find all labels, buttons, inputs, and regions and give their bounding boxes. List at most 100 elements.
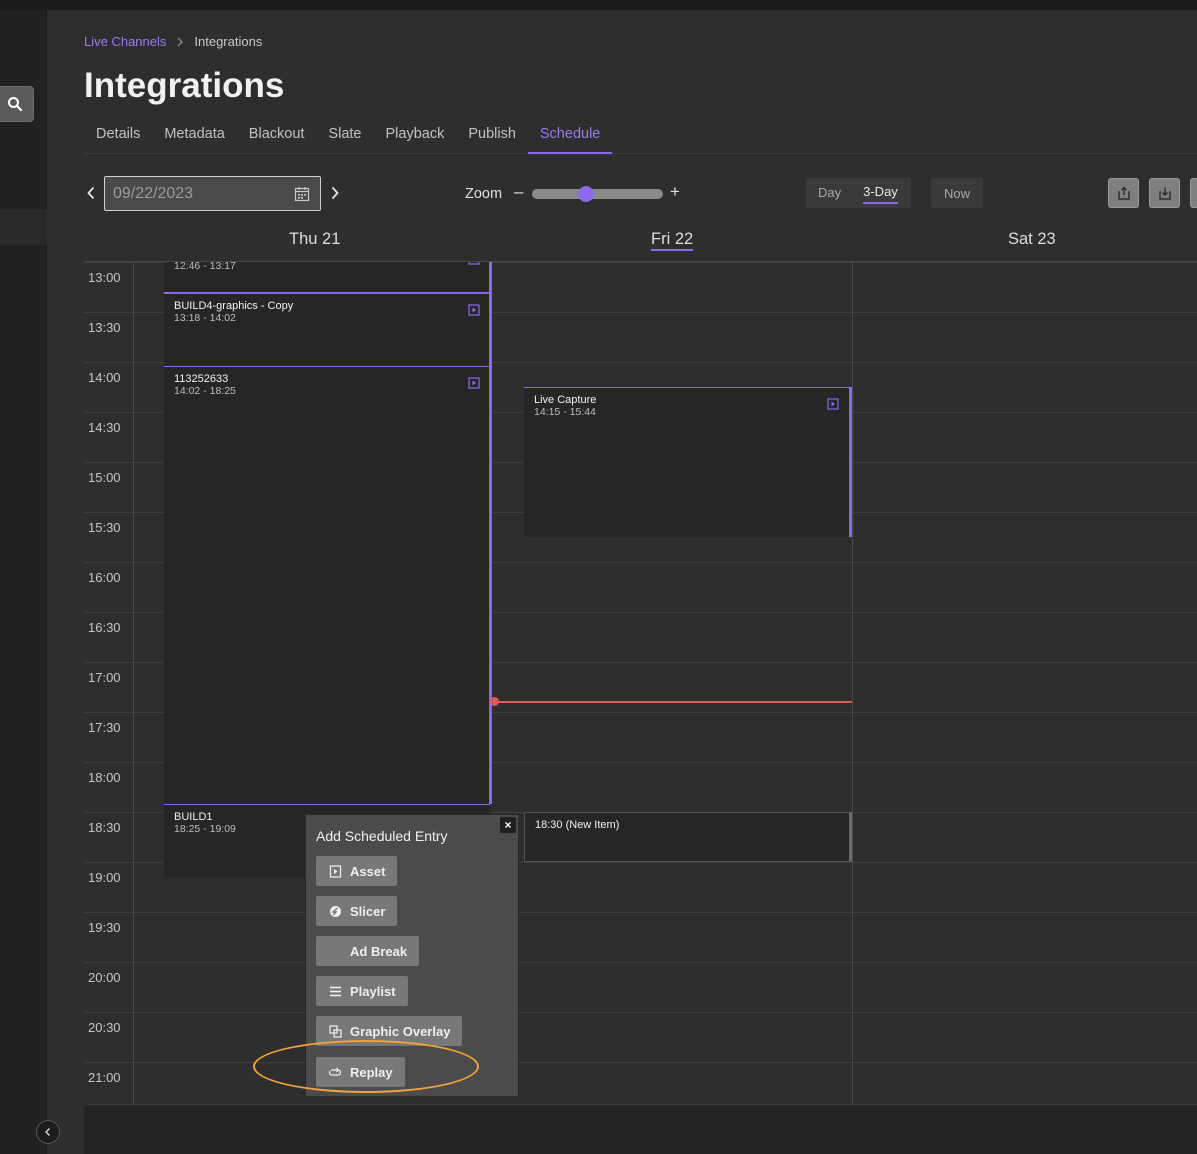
current-time-line — [493, 701, 852, 703]
view-toggle: Day 3-Day — [806, 178, 911, 208]
time-label: 20:30 — [88, 1020, 121, 1035]
time-label: 18:30 — [88, 820, 121, 835]
zoom-slider[interactable] — [532, 189, 663, 199]
download-icon — [1158, 187, 1171, 200]
schedule-event[interactable]: 12:46 - 13:17 — [164, 262, 490, 292]
tab-schedule[interactable]: Schedule — [527, 116, 613, 154]
chevron-left-icon — [45, 1128, 50, 1136]
date-picker[interactable] — [104, 176, 321, 211]
slicer-icon — [328, 904, 342, 918]
selected-day-marker — [489, 262, 492, 804]
zoom-in-button[interactable]: + — [670, 182, 680, 202]
export-button[interactable] — [1108, 178, 1139, 208]
breadcrumb-live-channels[interactable]: Live Channels — [84, 34, 166, 49]
time-label: 15:30 — [88, 520, 121, 535]
video-file-icon — [328, 864, 342, 878]
zoom-out-button[interactable]: – — [514, 182, 523, 202]
time-label: 19:00 — [88, 870, 121, 885]
add-slicer-button[interactable]: Slicer — [316, 896, 398, 926]
schedule-event[interactable]: Live Capture 14:15 - 15:44 — [524, 387, 852, 537]
breadcrumb: Live Channels Integrations — [84, 34, 262, 49]
grid-line — [84, 962, 1197, 963]
time-label: 16:00 — [88, 570, 121, 585]
schedule-grid[interactable]: 13:00 13:30 14:00 14:30 15:00 15:30 16:0… — [84, 262, 1197, 1104]
add-playlist-button[interactable]: Playlist — [316, 976, 408, 1006]
add-playlist-label: Playlist — [350, 983, 396, 999]
tab-details[interactable]: Details — [84, 116, 152, 154]
event-time: 18:25 - 19:09 — [174, 823, 236, 835]
event-time: 14:02 - 18:25 — [174, 385, 236, 397]
chevron-right-icon — [331, 186, 339, 200]
tab-playback[interactable]: Playback — [373, 116, 456, 154]
video-file-icon — [468, 377, 480, 389]
tab-blackout[interactable]: Blackout — [237, 116, 317, 154]
event-title: BUILD1 — [174, 811, 213, 823]
add-replay-button[interactable]: Replay — [316, 1057, 405, 1087]
add-scheduled-entry-popup: Add Scheduled Entry × Asset Slicer Ad Br… — [305, 814, 519, 1097]
time-label: 14:00 — [88, 370, 121, 385]
event-time: 13:18 - 14:02 — [174, 312, 236, 324]
zoom-slider-handle[interactable] — [578, 186, 594, 202]
time-label: 14:30 — [88, 420, 121, 435]
nav-item-selected[interactable] — [0, 209, 47, 245]
top-bar — [0, 0, 1197, 10]
time-label: 20:00 — [88, 970, 121, 985]
video-file-icon — [468, 262, 480, 265]
bottom-panel — [84, 1104, 1197, 1154]
schedule-event[interactable]: 113252633 14:02 - 18:25 — [164, 366, 490, 804]
schedule-event[interactable]: BUILD4-graphics - Copy 13:18 - 14:02 — [164, 292, 490, 366]
add-asset-label: Asset — [350, 863, 386, 879]
close-button[interactable]: × — [500, 817, 516, 833]
day-header-thu: Thu 21 — [289, 230, 341, 248]
prev-date-button[interactable] — [84, 184, 98, 202]
view-day-button[interactable]: Day — [806, 178, 853, 208]
time-label: 19:30 — [88, 920, 121, 935]
import-button[interactable] — [1149, 178, 1180, 208]
search-button[interactable] — [0, 86, 34, 122]
time-label: 13:30 — [88, 320, 121, 335]
more-button[interactable] — [1190, 178, 1197, 208]
event-time: 12:46 - 13:17 — [174, 262, 236, 272]
tab-publish[interactable]: Publish — [456, 116, 528, 154]
day-header-fri: Fri 22 — [651, 230, 694, 251]
day-headers: Thu 21 Fri 22 Sat 23 — [84, 222, 1197, 262]
video-file-icon — [468, 304, 480, 316]
collapse-sidebar-button[interactable] — [36, 1120, 60, 1144]
video-file-icon — [827, 398, 839, 410]
new-item-event[interactable]: 18:30 (New Item) — [524, 812, 852, 862]
list-icon — [328, 984, 342, 998]
add-graphic-overlay-label: Graphic Overlay — [350, 1023, 451, 1039]
add-replay-label: Replay — [350, 1064, 393, 1080]
view-3day-button[interactable]: 3-Day — [853, 178, 908, 208]
event-title: 18:30 (New Item) — [535, 819, 620, 831]
add-slicer-label: Slicer — [350, 903, 386, 919]
chevron-right-icon — [177, 37, 184, 46]
time-label: 18:00 — [88, 770, 121, 785]
breadcrumb-current: Integrations — [194, 34, 263, 49]
time-label: 21:00 — [88, 1070, 121, 1085]
day-header-sat: Sat 23 — [1008, 230, 1056, 248]
tab-slate[interactable]: Slate — [316, 116, 373, 154]
now-button[interactable]: Now — [931, 178, 983, 208]
event-title: BUILD4-graphics - Copy — [174, 300, 294, 312]
day-header-fri-label: Fri 22 — [651, 230, 694, 251]
time-label: 15:00 — [88, 470, 121, 485]
page-title: Integrations — [84, 66, 285, 105]
next-date-button[interactable] — [328, 184, 342, 202]
add-asset-button[interactable]: Asset — [316, 856, 398, 886]
zoom-label: Zoom — [465, 186, 503, 202]
popup-title: Add Scheduled Entry — [316, 828, 448, 844]
current-time-dot — [490, 697, 499, 706]
view-3day-label: 3-Day — [863, 184, 898, 204]
search-icon — [8, 97, 23, 112]
upload-icon — [1117, 186, 1130, 200]
grid-line — [84, 912, 1197, 913]
grid-line — [84, 1012, 1197, 1013]
calendar-icon[interactable] — [294, 186, 310, 202]
grid-line — [84, 1062, 1197, 1063]
date-input[interactable] — [113, 184, 283, 204]
tab-metadata[interactable]: Metadata — [152, 116, 236, 154]
schedule-toolbar: Zoom – + Day 3-Day Now — [84, 174, 1197, 214]
add-ad-break-button[interactable]: Ad Break — [316, 936, 420, 966]
add-graphic-overlay-button[interactable]: Graphic Overlay — [316, 1016, 463, 1046]
